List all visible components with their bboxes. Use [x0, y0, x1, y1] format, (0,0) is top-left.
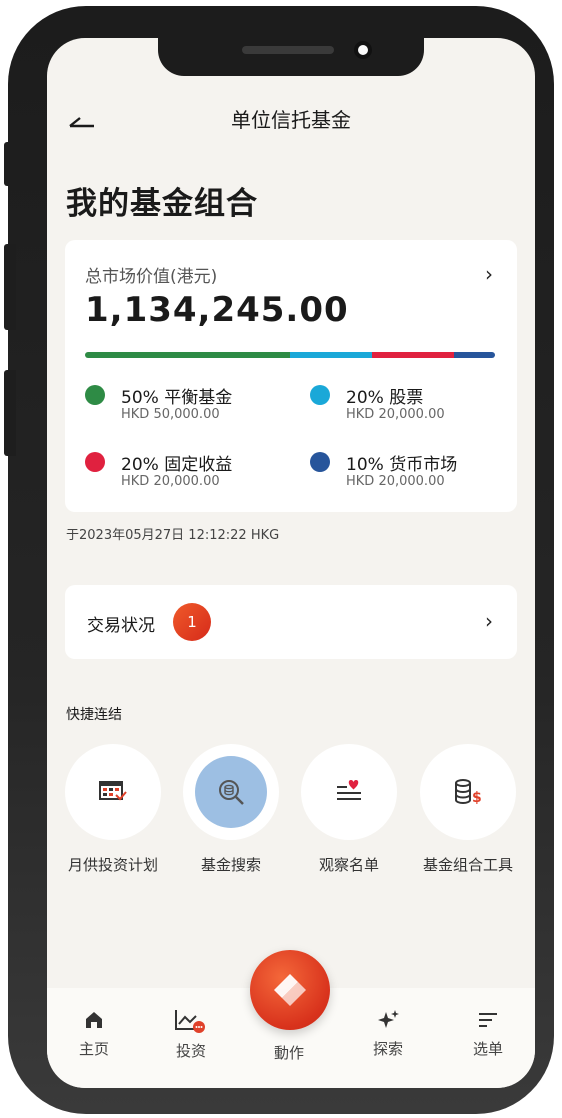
quick-link-button[interactable]: [65, 744, 161, 840]
fund-search-icon: [219, 780, 244, 805]
legend-amount: HKD 20,000.00: [346, 474, 445, 489]
action-icon: [274, 974, 306, 1006]
allocation-segment-balanced: [85, 352, 290, 358]
camera: [354, 41, 372, 59]
quick-link-label: 观察名单: [318, 856, 379, 874]
menu-icon: [479, 1013, 497, 1027]
svg-text:$: $: [472, 790, 482, 806]
transaction-status-row[interactable]: 交易状况 1 ›: [65, 585, 517, 659]
action-fab-button[interactable]: [250, 950, 330, 1030]
notch: [158, 38, 424, 76]
quick-link-label: 基金搜索: [200, 856, 261, 874]
nav-item-invest[interactable]: 投资: [156, 1008, 226, 1061]
nav-label: 选单: [472, 1040, 503, 1058]
app-screen: 单位信托基金 我的基金组合 总市场价值(港元) › 1,134,245.00 5…: [47, 38, 535, 1088]
volume-down-button: [4, 370, 16, 456]
legend-dot: [85, 385, 105, 405]
quick-link-label: 月供投资计划: [67, 856, 158, 874]
legend-name: 50% 平衡基金: [121, 388, 233, 408]
transaction-status-label: 交易状况: [87, 616, 155, 636]
nav-item-menu[interactable]: 选单: [453, 1008, 523, 1059]
nav-label: 探索: [372, 1040, 403, 1058]
home-icon: [86, 1012, 102, 1028]
allocation-segment-money-market: [454, 352, 495, 358]
quick-link-label: 基金组合工具: [422, 856, 513, 874]
notification-badge: 1: [173, 603, 211, 641]
quick-link-portfolio-tools[interactable]: $ 基金组合工具: [410, 744, 526, 875]
quick-link-button[interactable]: [183, 744, 279, 840]
quick-link-button[interactable]: $: [420, 744, 516, 840]
nav-item-explore[interactable]: 探索: [353, 1008, 423, 1059]
quick-link-watchlist[interactable]: 观察名单: [291, 744, 407, 875]
legend-name: 20% 股票: [346, 388, 424, 408]
chevron-right-icon: ›: [485, 609, 493, 633]
nav-label: 投资: [175, 1042, 206, 1060]
quick-link-button[interactable]: [301, 744, 397, 840]
legend-amount: HKD 50,000.00: [121, 407, 220, 422]
quick-links-title: 快捷连结: [66, 707, 122, 723]
legend-name: 20% 固定收益: [121, 455, 233, 475]
legend-dot: [85, 452, 105, 472]
nav-label: 動作: [273, 1044, 304, 1062]
header-title: 单位信托基金: [231, 108, 351, 132]
legend-dot: [310, 452, 330, 472]
allocation-bar: [85, 352, 495, 358]
sparkle-icon: [378, 1010, 399, 1028]
legend-name: 10% 货币市场: [346, 455, 458, 475]
nav-item-home[interactable]: 主页: [59, 1008, 129, 1059]
legend-dot: [310, 385, 330, 405]
market-value: 1,134,245.00: [85, 290, 349, 330]
calendar-plan-icon: [99, 781, 127, 801]
invest-chart-icon: [175, 1010, 205, 1033]
allocation-segment-equity: [290, 352, 372, 358]
quick-link-fund-search[interactable]: 基金搜索: [173, 744, 289, 875]
coins-dollar-icon: $: [455, 779, 482, 806]
page-title: 我的基金组合: [66, 186, 258, 222]
timestamp: 于2023年05月27日 12:12:22 HKG: [66, 528, 280, 543]
legend-amount: HKD 20,000.00: [346, 407, 445, 422]
chevron-right-icon[interactable]: ›: [485, 262, 493, 286]
quick-link-monthly-plan[interactable]: 月供投资计划: [55, 744, 171, 875]
allocation-segment-fixed-income: [372, 352, 454, 358]
market-value-label: 总市场价值(港元): [85, 267, 218, 287]
watchlist-heart-icon: [337, 780, 361, 800]
portfolio-card[interactable]: 总市场价值(港元) › 1,134,245.00 50% 平衡基金 HKD 50…: [65, 240, 517, 512]
speaker: [242, 46, 334, 54]
volume-up-button: [4, 244, 16, 330]
legend-amount: HKD 20,000.00: [121, 474, 220, 489]
nav-label: 主页: [78, 1040, 109, 1058]
mute-switch: [4, 142, 16, 186]
